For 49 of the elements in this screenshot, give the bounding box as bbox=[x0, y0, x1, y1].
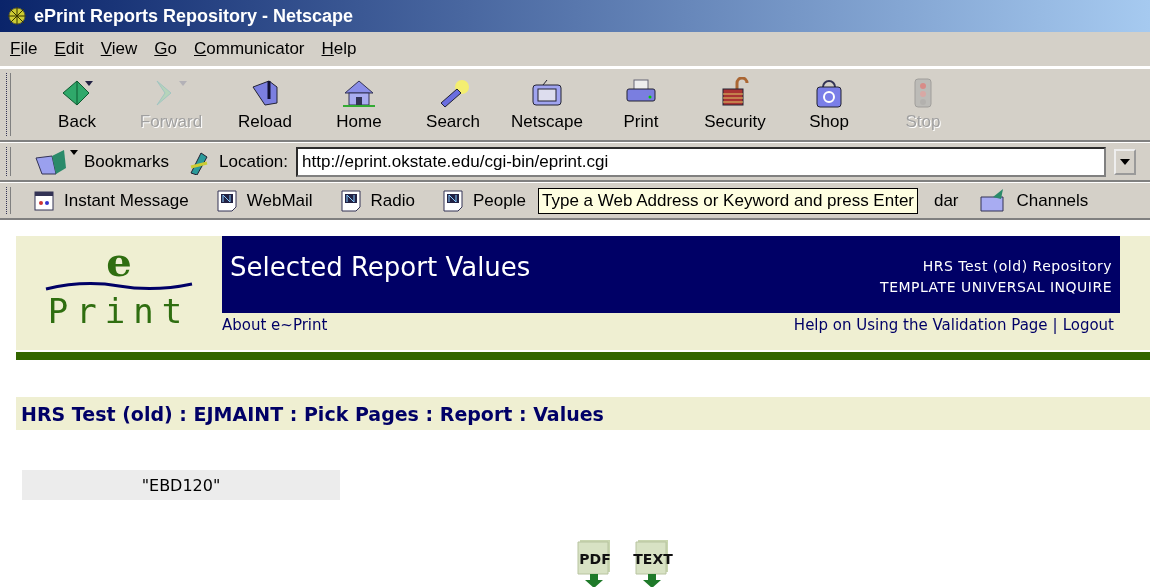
help-link[interactable]: Help on Using the Validation Page bbox=[793, 316, 1048, 334]
menu-item[interactable]: Help bbox=[313, 39, 366, 59]
monitor-icon bbox=[529, 77, 565, 109]
toolbar-button[interactable]: Reload bbox=[218, 77, 312, 132]
toolbar-button[interactable]: Back bbox=[30, 77, 124, 132]
folder-icon bbox=[34, 147, 78, 176]
personal-toolbar-item[interactable]: People bbox=[443, 189, 526, 212]
tooltip: Type a Web Address or Keyword and press Enter bbox=[538, 188, 918, 214]
menu-item[interactable]: Edit bbox=[46, 39, 93, 59]
toolbar-button[interactable]: Home bbox=[312, 77, 406, 132]
value-cell: "EBD120" bbox=[22, 470, 340, 500]
location-label: Location: bbox=[219, 151, 289, 172]
toolbar-button[interactable]: Search bbox=[406, 77, 500, 132]
repository-name: HRS Test (old) Repository bbox=[922, 257, 1112, 276]
page-title: Selected Report Values bbox=[230, 251, 531, 282]
personal-toolbar-item[interactable]: Instant Message bbox=[34, 190, 189, 211]
window-title: ePrint Reports Repository - Netscape bbox=[34, 5, 354, 27]
toolbar-button[interactable]: Shop bbox=[782, 77, 876, 132]
caret-icon bbox=[1120, 158, 1130, 165]
logout-link[interactable]: Logout bbox=[1062, 316, 1114, 334]
toolbar-button[interactable]: Security bbox=[688, 77, 782, 132]
location-field[interactable]: http://eprint.okstate.edu/cgi-bin/eprint.cgi bbox=[296, 146, 1106, 177]
logo-text: Print bbox=[47, 294, 191, 328]
document-icon bbox=[216, 189, 237, 212]
toolbar-button[interactable]: Netscape bbox=[500, 77, 594, 132]
wave-icon bbox=[44, 280, 194, 292]
personal-toolbar-item[interactable]: dar bbox=[933, 190, 959, 211]
menu-item[interactable]: File bbox=[2, 39, 47, 59]
template-name: TEMPLATE UNIVERSAL INQUIRE bbox=[880, 278, 1112, 297]
personal-toolbar-item[interactable]: WebMail bbox=[216, 189, 313, 212]
bookmarks-button[interactable]: Bookmarks bbox=[34, 147, 170, 176]
personal-toolbar-item[interactable]: Channels bbox=[978, 188, 1089, 213]
menu-item[interactable]: Go bbox=[146, 39, 186, 59]
download-button[interactable]: TEXT bbox=[629, 536, 677, 587]
document-icon bbox=[443, 189, 463, 212]
download-button[interactable]: PDF bbox=[571, 536, 619, 587]
app-icon bbox=[6, 5, 28, 27]
menu-item[interactable]: View bbox=[92, 39, 147, 59]
window-icon bbox=[34, 190, 54, 211]
personal-toolbar-item[interactable]: Radio bbox=[340, 189, 415, 212]
toolbar-button[interactable]: Print bbox=[594, 77, 688, 132]
logo-letter: e bbox=[106, 244, 132, 280]
dropdown-button[interactable] bbox=[1114, 148, 1136, 175]
menu-item[interactable]: Communicator bbox=[186, 39, 314, 59]
about-link[interactable]: About e~Print bbox=[222, 316, 328, 334]
document-icon bbox=[340, 189, 361, 212]
separator: | bbox=[1052, 316, 1058, 334]
breadcrumb: HRS Test (old) : EJMAINT : Pick Pages : Report : Values bbox=[16, 397, 1150, 430]
folder-icon bbox=[978, 188, 1007, 213]
